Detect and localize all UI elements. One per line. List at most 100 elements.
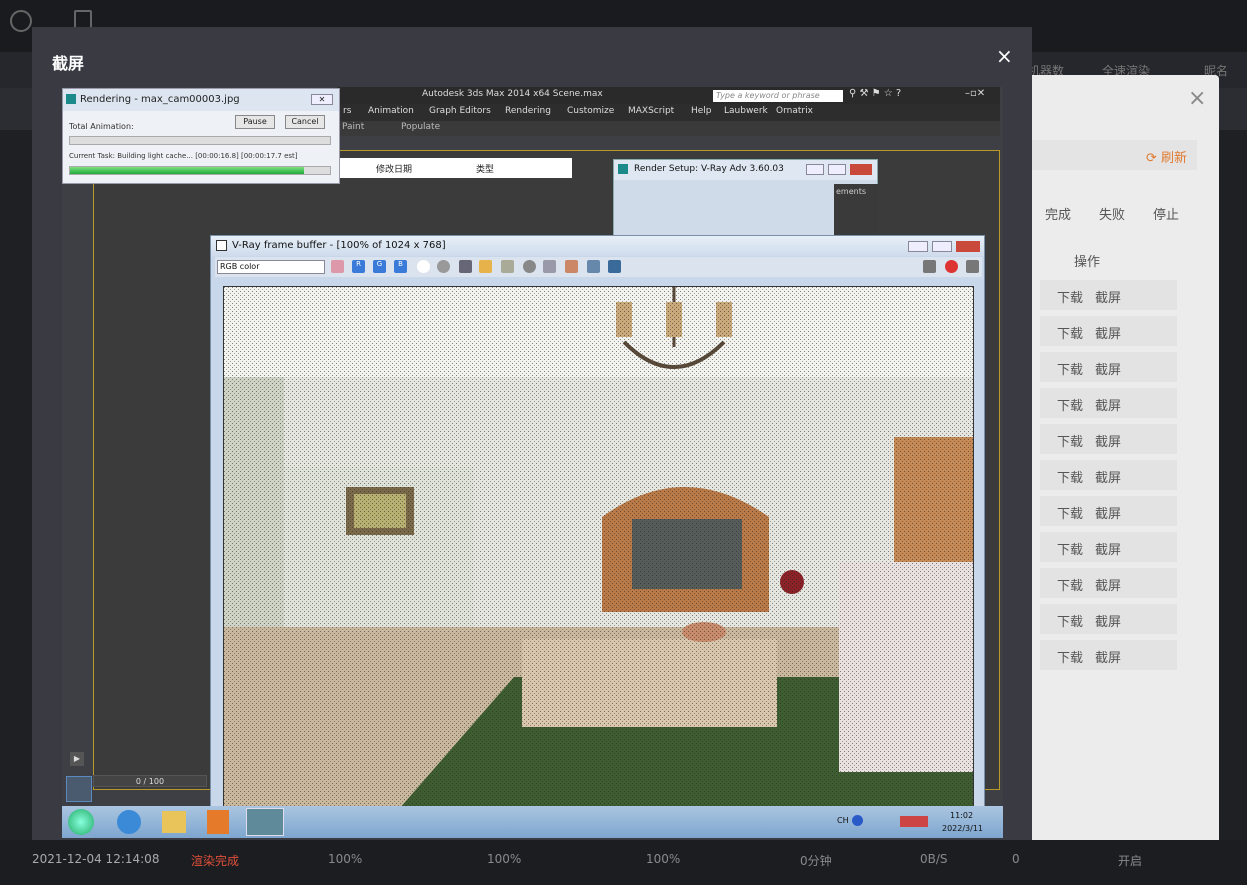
vfb-title: V-Ray frame buffer - [100% of 1024 x 768… xyxy=(232,240,446,251)
row-duration: 0分钟 xyxy=(800,854,832,868)
row-speed: 0B/S xyxy=(920,852,948,866)
language-indicator[interactable]: CH xyxy=(837,816,849,825)
windows-taskbar: CH 11:02 2022/3/11 xyxy=(62,806,1003,838)
color-icon[interactable] xyxy=(331,260,344,273)
menu-ornatrix[interactable]: Ornatrix xyxy=(776,106,813,116)
download-link[interactable]: 下载 xyxy=(1057,575,1083,594)
vfb-maximize[interactable] xyxy=(932,241,952,252)
viewport-thumb[interactable] xyxy=(66,776,92,802)
download-link[interactable]: 下载 xyxy=(1057,611,1083,630)
play-icon[interactable]: ▶ xyxy=(70,752,84,766)
dialog-close-icon[interactable]: × xyxy=(1188,86,1206,111)
pause-button[interactable]: Pause xyxy=(235,115,275,129)
clock-date: 2022/3/11 xyxy=(942,824,984,833)
download-link[interactable]: 下载 xyxy=(1057,359,1083,378)
search-field[interactable]: Type a keyword or phrase xyxy=(713,90,843,102)
open-icon[interactable] xyxy=(479,260,492,273)
red-channel-button[interactable]: R xyxy=(352,260,365,273)
vfb-minimize[interactable] xyxy=(908,241,928,252)
download-link[interactable]: 下载 xyxy=(1057,503,1083,522)
refresh-button[interactable]: ⟳ 刷新 xyxy=(1146,147,1187,166)
screenshot-link[interactable]: 截屏 xyxy=(1095,359,1121,378)
max-menubar: rs Animation Graph Editors Rendering Cus… xyxy=(337,104,1000,121)
max-ribbon: Paint Populate xyxy=(337,121,1000,136)
help-icon[interactable] xyxy=(852,815,863,826)
rs-minimize[interactable] xyxy=(806,164,824,175)
region-icon[interactable] xyxy=(543,260,556,273)
screenshot-link[interactable]: 截屏 xyxy=(1095,395,1121,414)
green-channel-button[interactable]: G xyxy=(373,260,386,273)
max-titlebar: Autodesk 3ds Max 2014 x64 Scene.max Type… xyxy=(337,87,1000,104)
start-icon[interactable] xyxy=(68,809,94,835)
max-title-text: Autodesk 3ds Max 2014 x64 Scene.max xyxy=(422,89,603,99)
media-player-icon[interactable] xyxy=(207,810,229,834)
rendered-image xyxy=(223,286,974,808)
clear-icon[interactable] xyxy=(501,260,514,273)
stop-icon[interactable] xyxy=(945,260,958,273)
teapot-icon[interactable] xyxy=(923,260,936,273)
screenshot-link[interactable]: 截屏 xyxy=(1095,287,1121,306)
menu-laubwerk[interactable]: Laubwerk xyxy=(724,106,768,116)
alpha-icon[interactable] xyxy=(417,260,430,273)
vfb-close[interactable] xyxy=(956,241,980,252)
save-icon[interactable] xyxy=(459,260,472,273)
power-icon[interactable] xyxy=(10,10,32,32)
download-link[interactable]: 下载 xyxy=(1057,287,1083,306)
current-task-label: Current Task: Building light cache... [0… xyxy=(69,152,298,160)
ribbon-populate[interactable]: Populate xyxy=(401,122,440,132)
3dsmax-taskbar-icon[interactable] xyxy=(246,808,284,836)
vray-icon xyxy=(216,240,227,251)
lut-icon[interactable] xyxy=(608,260,621,273)
menu-help[interactable]: Help xyxy=(691,106,712,116)
menu-rendering[interactable]: Rendering xyxy=(505,106,551,116)
menu-graph-editors[interactable]: Graph Editors xyxy=(429,106,491,116)
channel-select[interactable]: RGB color xyxy=(217,260,325,274)
mono-icon[interactable] xyxy=(437,260,450,273)
download-link[interactable]: 下载 xyxy=(1057,467,1083,486)
row-date: 2021-12-04 12:14:08 xyxy=(32,852,160,866)
refresh-label: 刷新 xyxy=(1161,151,1188,166)
explorer-icon[interactable] xyxy=(162,811,186,833)
blue-channel-button[interactable]: B xyxy=(394,260,407,273)
total-progress-bar xyxy=(69,136,331,145)
menu-animation[interactable]: Animation xyxy=(368,106,414,116)
screenshot-link[interactable]: 截屏 xyxy=(1095,575,1121,594)
header-failed: 失败 xyxy=(1099,208,1126,223)
rs-maximize[interactable] xyxy=(828,164,846,175)
screenshot-link[interactable]: 截屏 xyxy=(1095,647,1121,666)
render-setup-window: Render Setup: V-Ray Adv 3.60.03 ements xyxy=(613,159,878,239)
download-link[interactable]: 下载 xyxy=(1057,395,1083,414)
screenshot-link[interactable]: 截屏 xyxy=(1095,467,1121,486)
screenshot-link[interactable]: 截屏 xyxy=(1095,539,1121,558)
vfb-titlebar: V-Ray frame buffer - [100% of 1024 x 768… xyxy=(211,236,984,256)
render-icon[interactable] xyxy=(587,260,600,273)
rs-close[interactable] xyxy=(850,164,872,175)
screenshot-link[interactable]: 截屏 xyxy=(1095,611,1121,630)
track-icon[interactable] xyxy=(523,260,536,273)
modal-close-button[interactable]: × xyxy=(996,44,1013,68)
cancel-button[interactable]: Cancel xyxy=(285,115,325,129)
ribbon-paint[interactable]: Paint xyxy=(342,122,364,132)
row-action-button[interactable]: 开启 xyxy=(1118,852,1142,869)
tray-icons[interactable] xyxy=(900,816,928,827)
rendering-close[interactable]: ✕ xyxy=(311,94,333,105)
screenshot-link[interactable]: 截屏 xyxy=(1095,323,1121,342)
ie-icon[interactable] xyxy=(117,810,141,834)
col-type: 类型 xyxy=(476,165,495,175)
render-setup-titlebar: Render Setup: V-Ray Adv 3.60.03 xyxy=(614,160,877,180)
window-controls[interactable]: –▫✕ xyxy=(965,88,985,99)
link-icon[interactable] xyxy=(565,260,578,273)
download-link[interactable]: 下载 xyxy=(1057,431,1083,450)
render-setup-tab[interactable]: ements xyxy=(834,184,878,238)
menu-item[interactable]: rs xyxy=(343,106,351,116)
download-link[interactable]: 下载 xyxy=(1057,323,1083,342)
menu-maxscript[interactable]: MAXScript xyxy=(628,106,674,116)
time-slider[interactable]: 0 / 100 xyxy=(93,775,207,787)
screenshot-link[interactable]: 截屏 xyxy=(1095,503,1121,522)
render-last-icon[interactable] xyxy=(966,260,979,273)
menu-customize[interactable]: Customize xyxy=(567,106,614,116)
download-link[interactable]: 下载 xyxy=(1057,539,1083,558)
download-link[interactable]: 下载 xyxy=(1057,647,1083,666)
screenshot-link[interactable]: 截屏 xyxy=(1095,431,1121,450)
max-app-icon xyxy=(618,164,628,174)
